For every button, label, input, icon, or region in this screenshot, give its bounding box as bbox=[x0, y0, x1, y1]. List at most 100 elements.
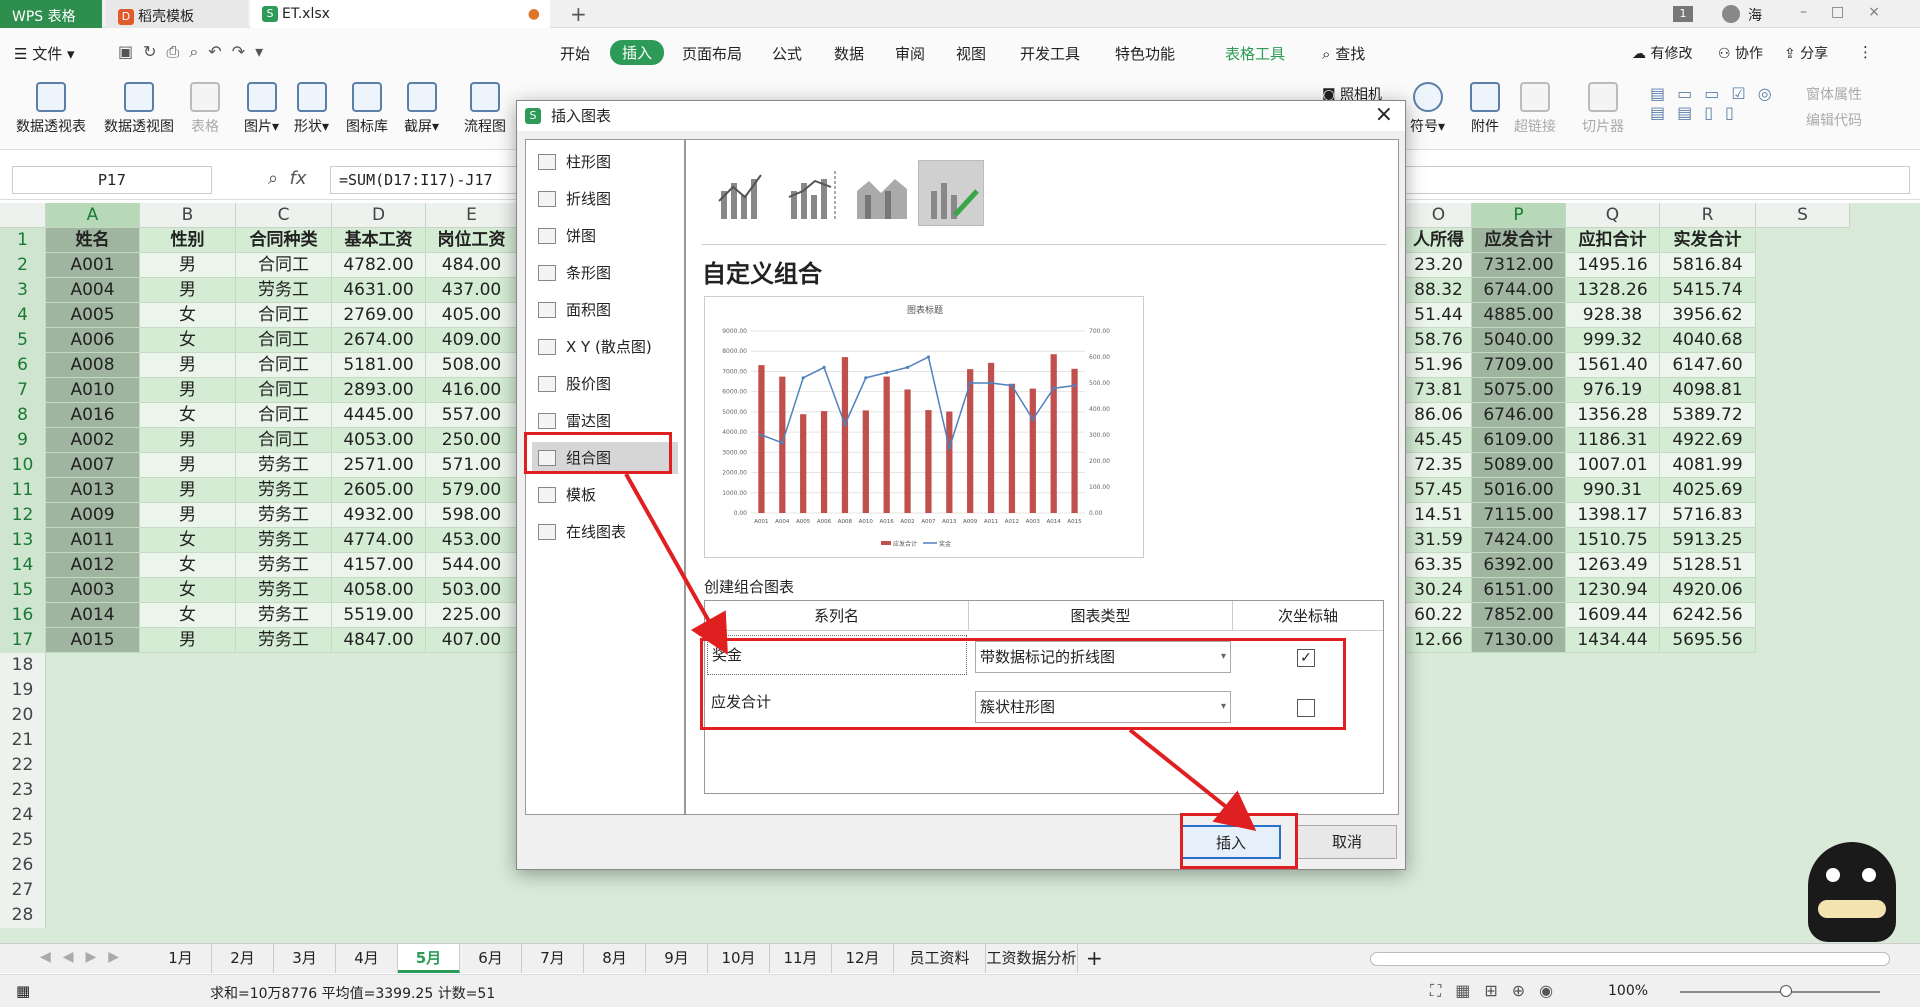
column-header[interactable]: D bbox=[332, 203, 426, 228]
menu-page-layout[interactable]: 页面布局 bbox=[682, 43, 742, 64]
table-cell[interactable]: 女 bbox=[140, 603, 236, 628]
add-sheet-icon[interactable]: + bbox=[1086, 946, 1103, 970]
rb-slicer[interactable]: 切片器 bbox=[1582, 82, 1624, 136]
table-cell[interactable]: 6151.00 bbox=[1472, 578, 1566, 603]
column-header[interactable]: P bbox=[1472, 203, 1566, 228]
status-icon[interactable]: ▦ bbox=[16, 982, 30, 1000]
series-type-select-bonus[interactable]: 带数据标记的折线图 ▾ bbox=[975, 641, 1231, 673]
table-cell[interactable]: 劳务工 bbox=[236, 453, 332, 478]
row-header[interactable]: 27 bbox=[0, 878, 46, 903]
table-cell[interactable]: 5016.00 bbox=[1472, 478, 1566, 503]
table-cell[interactable]: 2605.00 bbox=[332, 478, 426, 503]
table-cell[interactable]: 1328.26 bbox=[1566, 278, 1660, 303]
menu-table-tools[interactable]: 表格工具 bbox=[1225, 43, 1285, 64]
menu-start[interactable]: 开始 bbox=[560, 43, 590, 64]
table-cell[interactable]: 6109.00 bbox=[1472, 428, 1566, 453]
table-cell[interactable]: 250.00 bbox=[426, 428, 518, 453]
table-cell[interactable]: 14.51 bbox=[1406, 503, 1472, 528]
table-cell[interactable]: 58.76 bbox=[1406, 328, 1472, 353]
menu-search[interactable]: ⌕ 查找 bbox=[1322, 43, 1365, 64]
tab-et-xlsx[interactable]: S ET.xlsx ● bbox=[250, 0, 550, 28]
rb-attachment[interactable]: 附件 bbox=[1470, 82, 1500, 136]
table-header-cell[interactable]: 基本工资 bbox=[332, 228, 426, 253]
table-cell[interactable]: A005 bbox=[46, 303, 140, 328]
table-cell[interactable]: 4920.06 bbox=[1660, 578, 1756, 603]
column-header[interactable]: R bbox=[1660, 203, 1756, 228]
table-header-cell[interactable]: 姓名 bbox=[46, 228, 140, 253]
table-cell[interactable]: 23.20 bbox=[1406, 253, 1472, 278]
column-header[interactable]: B bbox=[140, 203, 236, 228]
table-cell[interactable]: A008 bbox=[46, 353, 140, 378]
sheet-tab[interactable]: 1月 bbox=[150, 944, 212, 973]
chart-type-item[interactable]: 饼图 bbox=[532, 220, 678, 252]
table-cell[interactable]: 女 bbox=[140, 403, 236, 428]
row-header[interactable]: 9 bbox=[0, 428, 46, 453]
chart-type-item[interactable]: 组合图 bbox=[532, 442, 678, 474]
table-cell[interactable]: A009 bbox=[46, 503, 140, 528]
table-cell[interactable]: 557.00 bbox=[426, 403, 518, 428]
table-cell[interactable]: 劳务工 bbox=[236, 503, 332, 528]
table-cell[interactable]: 45.45 bbox=[1406, 428, 1472, 453]
table-cell[interactable]: 579.00 bbox=[426, 478, 518, 503]
chart-type-item[interactable]: 在线图表 bbox=[532, 516, 678, 548]
menu-data[interactable]: 数据 bbox=[834, 43, 864, 64]
secondary-axis-checkbox-bonus[interactable]: ✓ bbox=[1297, 649, 1315, 667]
column-header[interactable]: S bbox=[1756, 203, 1850, 228]
view-mode-icons[interactable]: ⛶▦⊞⊕◉ bbox=[1430, 981, 1567, 1001]
table-cell[interactable]: 1007.01 bbox=[1566, 453, 1660, 478]
menu-modified[interactable]: ☁ 有修改 bbox=[1632, 43, 1692, 63]
table-cell[interactable]: 976.19 bbox=[1566, 378, 1660, 403]
sheet-tab[interactable]: 12月 bbox=[832, 944, 894, 973]
table-cell[interactable]: 5695.56 bbox=[1660, 628, 1756, 653]
table-cell[interactable]: 544.00 bbox=[426, 553, 518, 578]
table-cell[interactable]: 5415.74 bbox=[1660, 278, 1756, 303]
table-cell[interactable]: 407.00 bbox=[426, 628, 518, 653]
table-cell[interactable]: 4445.00 bbox=[332, 403, 426, 428]
rb-symbol[interactable]: 符号▾ bbox=[1410, 82, 1445, 136]
table-cell[interactable]: 男 bbox=[140, 278, 236, 303]
more-icon[interactable]: ⋮ bbox=[1858, 43, 1873, 61]
row-header[interactable]: 13 bbox=[0, 528, 46, 553]
table-cell[interactable]: 2893.00 bbox=[332, 378, 426, 403]
table-cell[interactable]: A012 bbox=[46, 553, 140, 578]
sheet-tab[interactable]: 11月 bbox=[770, 944, 832, 973]
corner-cell[interactable] bbox=[0, 203, 46, 228]
menu-developer[interactable]: 开发工具 bbox=[1020, 43, 1080, 64]
table-cell[interactable]: 1510.75 bbox=[1566, 528, 1660, 553]
table-cell[interactable]: 484.00 bbox=[426, 253, 518, 278]
table-cell[interactable]: A002 bbox=[46, 428, 140, 453]
row-header[interactable]: 18 bbox=[0, 653, 46, 678]
row-header[interactable]: 3 bbox=[0, 278, 46, 303]
table-cell[interactable]: A016 bbox=[46, 403, 140, 428]
table-cell[interactable]: 合同工 bbox=[236, 303, 332, 328]
column-header[interactable]: E bbox=[426, 203, 518, 228]
sheet-tab[interactable]: 9月 bbox=[646, 944, 708, 973]
menu-share[interactable]: ⇪ 分享 bbox=[1784, 43, 1828, 63]
table-cell[interactable]: 7312.00 bbox=[1472, 253, 1566, 278]
table-cell[interactable]: 6147.60 bbox=[1660, 353, 1756, 378]
table-cell[interactable]: 女 bbox=[140, 578, 236, 603]
combo-thumb-3[interactable] bbox=[848, 160, 914, 226]
table-cell[interactable]: 男 bbox=[140, 253, 236, 278]
table-cell[interactable]: 劳务工 bbox=[236, 553, 332, 578]
table-cell[interactable]: 4040.68 bbox=[1660, 328, 1756, 353]
sheet-tab[interactable]: 5月 bbox=[398, 944, 460, 973]
table-cell[interactable]: A011 bbox=[46, 528, 140, 553]
table-cell[interactable]: 合同工 bbox=[236, 253, 332, 278]
zoom-level[interactable]: 100% bbox=[1608, 983, 1648, 999]
row-header[interactable]: 17 bbox=[0, 628, 46, 653]
table-cell[interactable]: 合同工 bbox=[236, 378, 332, 403]
table-cell[interactable]: 女 bbox=[140, 328, 236, 353]
table-cell[interactable]: 225.00 bbox=[426, 603, 518, 628]
table-cell[interactable]: 女 bbox=[140, 303, 236, 328]
row-header[interactable]: 4 bbox=[0, 303, 46, 328]
rb-picture[interactable]: 图片▾ bbox=[244, 82, 279, 136]
table-cell[interactable]: 男 bbox=[140, 353, 236, 378]
table-cell[interactable]: 51.44 bbox=[1406, 303, 1472, 328]
table-cell[interactable]: 1434.44 bbox=[1566, 628, 1660, 653]
row-header[interactable]: 20 bbox=[0, 703, 46, 728]
table-cell[interactable]: 5075.00 bbox=[1472, 378, 1566, 403]
chart-type-item[interactable]: 面积图 bbox=[532, 294, 678, 326]
name-box[interactable]: P17 bbox=[12, 166, 212, 194]
series-type-select-total[interactable]: 簇状柱形图 ▾ bbox=[975, 691, 1231, 723]
